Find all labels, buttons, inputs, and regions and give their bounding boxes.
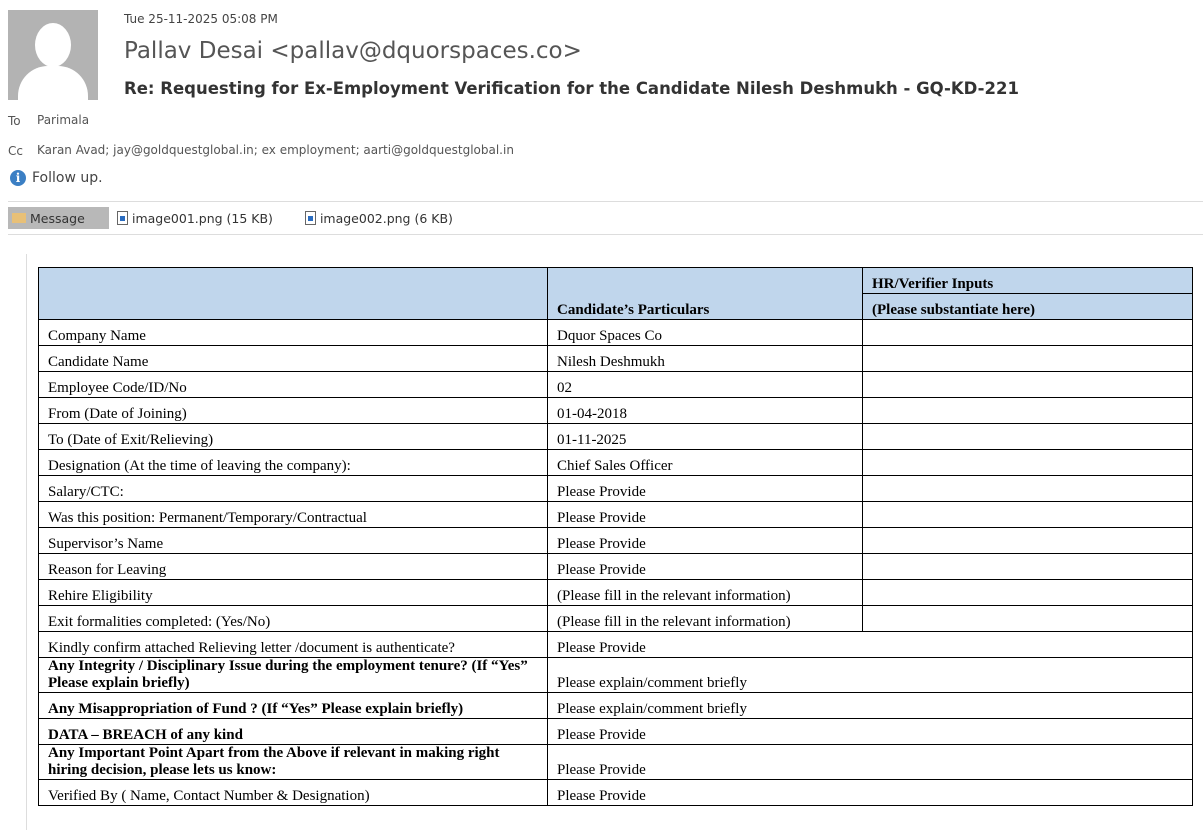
- row-label: Exit formalities completed: (Yes/No): [38, 605, 548, 632]
- row-label: Reason for Leaving: [38, 553, 548, 580]
- verifier-input-cell[interactable]: [862, 579, 1193, 606]
- verifier-input-cell[interactable]: [862, 605, 1193, 632]
- row-value: Please Provide: [547, 631, 1193, 658]
- row-label: To (Date of Exit/Relieving): [38, 423, 548, 450]
- table-row: Candidate Name Nilesh Deshmukh: [38, 345, 1193, 372]
- row-value: Please Provide: [547, 718, 1193, 745]
- header-candidate-particulars: Candidate’s Particulars: [547, 267, 863, 320]
- table-row: Any Important Point Apart from the Above…: [38, 744, 1193, 780]
- subject: Re: Requesting for Ex-Employment Verific…: [124, 79, 1019, 98]
- row-value: Please explain/comment briefly: [547, 657, 1193, 693]
- sender[interactable]: Pallav Desai <pallav@dquorspaces.co>: [124, 38, 582, 64]
- table-row: Any Integrity / Disciplinary Issue durin…: [38, 657, 1193, 693]
- row-label: Any Integrity / Disciplinary Issue durin…: [38, 657, 548, 693]
- follow-up-text: Follow up.: [32, 170, 103, 186]
- row-value: Dquor Spaces Co: [547, 319, 863, 346]
- table-row: Kindly confirm attached Relieving letter…: [38, 631, 1193, 658]
- image-file-icon: [117, 211, 128, 225]
- row-label: From (Date of Joining): [38, 397, 548, 424]
- row-label: Any Misappropriation of Fund ? (If “Yes”…: [38, 692, 548, 719]
- row-value: 01-11-2025: [547, 423, 863, 450]
- header-blank: [38, 267, 548, 320]
- row-label: Any Important Point Apart from the Above…: [38, 744, 548, 780]
- verifier-input-cell[interactable]: [862, 319, 1193, 346]
- attachment-1[interactable]: image001.png (15 KB): [117, 211, 273, 226]
- table-row: Rehire Eligibility (Please fill in the re…: [38, 579, 1193, 606]
- row-value: Please Provide: [547, 744, 1193, 780]
- envelope-icon: [12, 213, 26, 223]
- table-row: Supervisor’s Name Please Provide: [38, 527, 1193, 554]
- header-substantiate: (Please substantiate here): [862, 293, 1193, 320]
- row-value: Please Provide: [547, 553, 863, 580]
- attachment-label: image002.png (6 KB): [319, 210, 453, 226]
- table-row: Was this position: Permanent/Temporary/C…: [38, 501, 1193, 528]
- verifier-input-cell[interactable]: [862, 475, 1193, 502]
- row-value: (Please fill in the relevant information…: [547, 605, 863, 632]
- header-hr-inputs: HR/Verifier Inputs: [862, 267, 1193, 294]
- verifier-input-cell[interactable]: [862, 397, 1193, 424]
- message-tab-label: Message: [30, 210, 85, 226]
- table-row: DATA – BREACH of any kind Please Provide: [38, 718, 1193, 745]
- verifier-input-cell[interactable]: [862, 423, 1193, 450]
- attachment-label: image001.png (15 KB): [132, 210, 273, 226]
- to-recipient[interactable]: Parimala: [37, 113, 89, 127]
- row-value: Nilesh Deshmukh: [547, 345, 863, 372]
- to-label: To: [8, 114, 21, 128]
- verifier-input-cell[interactable]: [862, 553, 1193, 580]
- table-row: To (Date of Exit/Relieving) 01-11-2025: [38, 423, 1193, 450]
- row-value: Please Provide: [547, 501, 863, 528]
- verification-table: Candidate’s Particulars HR/Verifier Inpu…: [38, 267, 1193, 806]
- row-value: Chief Sales Officer: [547, 449, 863, 476]
- table-row: Exit formalities completed: (Yes/No) (Ple…: [38, 605, 1193, 632]
- row-label: Verified By ( Name, Contact Number & Des…: [38, 779, 548, 806]
- verifier-input-cell[interactable]: [862, 371, 1193, 398]
- table-row: Salary/CTC: Please Provide: [38, 475, 1193, 502]
- message-tab[interactable]: Message: [8, 207, 109, 229]
- row-label: Kindly confirm attached Relieving letter…: [38, 631, 548, 658]
- row-label: Supervisor’s Name: [38, 527, 548, 554]
- table-row: Verified By ( Name, Contact Number & Des…: [38, 779, 1193, 806]
- row-value: Please Provide: [547, 475, 863, 502]
- row-value: Please Provide: [547, 779, 1193, 806]
- attachment-2[interactable]: image002.png (6 KB): [304, 210, 453, 226]
- row-label: Salary/CTC:: [38, 475, 548, 502]
- avatar: [8, 10, 98, 100]
- image-file-icon: [304, 211, 316, 225]
- verifier-input-cell[interactable]: [862, 449, 1193, 476]
- row-value: (Please fill in the relevant information…: [547, 579, 863, 606]
- sent-date: Tue 25-11-2025 05:08 PM: [124, 12, 278, 26]
- row-label: Candidate Name: [38, 345, 548, 372]
- verifier-input-cell[interactable]: [862, 527, 1193, 554]
- cc-label: Cc: [8, 144, 23, 158]
- row-value: Please Provide: [547, 527, 863, 554]
- table-row: From (Date of Joining) 01-04-2018: [38, 397, 1193, 424]
- info-icon: i: [10, 170, 26, 186]
- row-label: Designation (At the time of leaving the …: [38, 449, 548, 476]
- cc-recipients[interactable]: Karan Avad; jay@goldquestglobal.in; ex e…: [37, 143, 514, 157]
- verifier-input-cell[interactable]: [862, 345, 1193, 372]
- table-row: Any Misappropriation of Fund ? (If “Yes”…: [38, 692, 1193, 719]
- row-label: Company Name: [38, 319, 548, 346]
- row-label: DATA – BREACH of any kind: [38, 718, 548, 745]
- table-row: Designation (At the time of leaving the …: [38, 449, 1193, 476]
- table-row: Employee Code/ID/No 02: [38, 371, 1193, 398]
- table-row: Reason for Leaving Please Provide: [38, 553, 1193, 580]
- row-value: 02: [547, 371, 863, 398]
- row-label: Was this position: Permanent/Temporary/C…: [38, 501, 548, 528]
- table-row: Company Name Dquor Spaces Co: [38, 319, 1193, 346]
- verifier-input-cell[interactable]: [862, 501, 1193, 528]
- row-value: 01-04-2018: [547, 397, 863, 424]
- row-label: Employee Code/ID/No: [38, 371, 548, 398]
- follow-up-flag: i Follow up.: [10, 170, 103, 186]
- row-value: Please explain/comment briefly: [547, 692, 1193, 719]
- row-label: Rehire Eligibility: [38, 579, 548, 606]
